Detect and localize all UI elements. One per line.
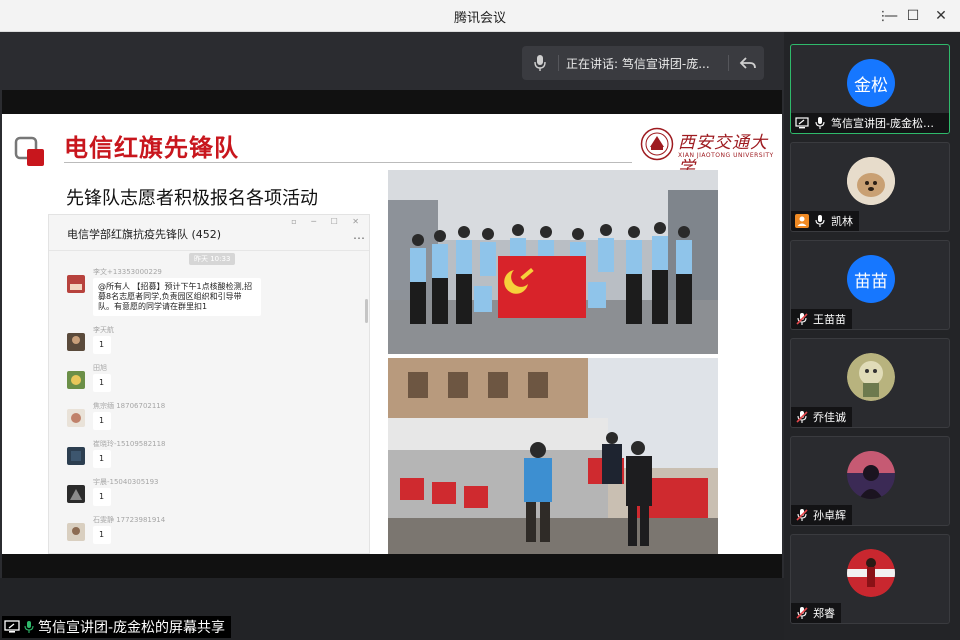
slide-subtitle: 先锋队志愿者积极报名各项活动 [66, 188, 318, 209]
microphone-muted-icon [796, 411, 808, 423]
speaking-label: 正在讲话: [566, 57, 622, 71]
message-sender: 李天航 [93, 326, 114, 334]
avatar [847, 549, 895, 597]
avatar [847, 157, 895, 205]
avatar [67, 275, 85, 293]
meeting-app: 腾讯会议 ⋮ — ☐ ✕ 正在讲话: 笃信宣讲团-庞... 电信红旗先锋队 西安… [0, 0, 960, 640]
divider [728, 55, 729, 71]
avatar [67, 409, 85, 427]
microphone-muted-icon [796, 509, 808, 521]
screen-share-icon [4, 620, 20, 633]
user-icon [795, 214, 809, 228]
university-emblem-icon [640, 127, 674, 161]
microphone-icon [815, 215, 825, 227]
maximize-button[interactable]: ☐ [902, 6, 924, 26]
window-title: 腾讯会议 [453, 11, 506, 26]
participant-name: 孙卓辉 [813, 509, 846, 522]
chat-timestamp: 昨天 10:33 [189, 253, 236, 265]
chat-header: 电信学部红旗抗疫先锋队 (452) ▫ ─ ☐ ✕ ⋯ [49, 215, 369, 251]
message-text: 1 [93, 336, 111, 354]
participant-namebar: 郑睿 [791, 603, 841, 623]
participant-namebar: 孙卓辉 [791, 505, 852, 525]
volunteer-photo [388, 358, 718, 554]
slide-logo-icon [14, 136, 44, 166]
speaking-indicator: 正在讲话: 笃信宣讲团-庞... [522, 46, 764, 80]
participant-tile[interactable]: 孙卓辉 [790, 436, 950, 526]
avatar [67, 371, 85, 389]
share-label-text: 笃信宣讲团-庞金松的屏幕共享 [38, 620, 226, 636]
university-name-en: XIAN JIAOTONG UNIVERSITY [678, 152, 774, 159]
participant-namebar: 笃信宣讲团-庞金松的... [791, 113, 949, 133]
avatar: 苗苗 [847, 255, 895, 303]
chat-window-controls: ▫ ─ ☐ ✕ [291, 217, 365, 226]
chat-scrollbar [365, 299, 368, 323]
avatar [67, 485, 85, 503]
message-text: 1 [93, 526, 111, 544]
participant-tile[interactable]: 苗苗 王苗苗 [790, 240, 950, 330]
participant-tile[interactable]: 郑睿 [790, 534, 950, 624]
participant-tile[interactable]: 凯林 [790, 142, 950, 232]
message-text: 1 [93, 374, 111, 392]
shared-slide: 电信红旗先锋队 西安交通大学 XIAN JIAOTONG UNIVERSITY … [2, 114, 782, 554]
avatar: 金松 [847, 59, 895, 107]
participant-name: 笃信宣讲团-庞金松的... [831, 117, 943, 130]
close-button[interactable]: ✕ [930, 6, 952, 26]
participant-name: 凯林 [831, 215, 853, 228]
message-text: @所有人 【招募】预计下午1点核酸检测,招募8名志愿者同学,负责园区组织和引导带… [93, 278, 261, 316]
message-sender: 田旭 [93, 364, 107, 372]
title-bar: 腾讯会议 ⋮ — ☐ ✕ [0, 0, 960, 32]
chat-more-icon: ⋯ [353, 231, 365, 245]
avatar [847, 353, 895, 401]
participant-namebar: 乔佳诚 [791, 407, 852, 427]
microphone-icon[interactable] [532, 54, 548, 72]
avatar [847, 451, 895, 499]
avatar [67, 523, 85, 541]
participant-namebar: 王苗苗 [791, 309, 852, 329]
screen-share-label: 笃信宣讲团-庞金松的屏幕共享 [2, 616, 232, 638]
letterbox-top [2, 90, 782, 114]
screen-share-icon [795, 117, 809, 129]
avatar [67, 333, 85, 351]
participant-tile[interactable]: 乔佳诚 [790, 338, 950, 428]
divider [558, 55, 559, 71]
message-sender: 崔晓玲-15109582118 [93, 440, 166, 448]
speaking-text: 正在讲话: 笃信宣讲团-庞... [566, 55, 710, 72]
group-photo [388, 170, 718, 354]
participant-name: 乔佳诚 [813, 411, 846, 424]
microphone-icon [24, 621, 34, 633]
return-arrow-icon[interactable] [738, 53, 758, 73]
message-sender: 石雯静 17723981914 [93, 516, 166, 524]
microphone-muted-icon [796, 313, 808, 325]
title-underline [64, 162, 632, 163]
message-text: 1 [93, 450, 111, 468]
minimize-button[interactable]: — [880, 6, 902, 26]
participant-namebar: 凯林 [791, 211, 859, 231]
participant-tile[interactable]: 金松 笃信宣讲团-庞金松的... [790, 44, 950, 134]
participant-name: 王苗苗 [813, 313, 846, 326]
message-sender: 宇晨-15040305193 [93, 478, 159, 486]
avatar [67, 447, 85, 465]
microphone-muted-icon [796, 607, 808, 619]
letterbox-bottom [2, 554, 782, 578]
message-sender: 焦宗缅 18706702118 [93, 402, 166, 410]
message-text: 1 [93, 488, 111, 506]
participant-name: 郑睿 [813, 607, 835, 620]
chat-screenshot: 电信学部红旗抗疫先锋队 (452) ▫ ─ ☐ ✕ ⋯ 昨天 10:33 李文+… [48, 214, 370, 554]
message-text: 1 [93, 412, 111, 430]
microphone-icon [815, 117, 825, 129]
chat-title: 电信学部红旗抗疫先锋队 (452) [67, 228, 222, 241]
message-sender: 李文+13353000229 [93, 268, 162, 276]
speaker-name: 笃信宣讲团-庞... [621, 57, 710, 71]
slide-title: 电信红旗先锋队 [64, 134, 239, 162]
